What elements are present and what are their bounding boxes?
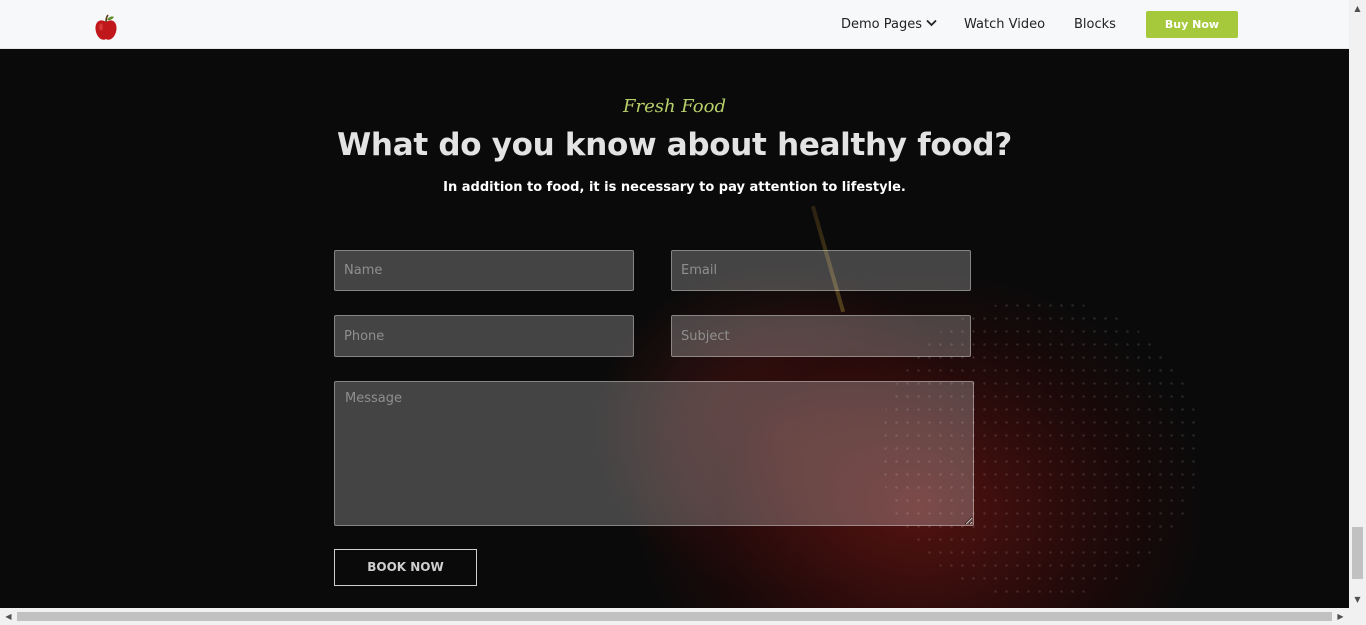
vertical-scroll-thumb[interactable] [1352, 527, 1363, 579]
scroll-down-arrow-icon[interactable]: ▼ [1349, 591, 1366, 608]
nav-item-label: Watch Video [964, 17, 1046, 32]
nav-item-label: Blocks [1074, 17, 1116, 32]
contact-hero-section: Fresh Food What do you know about health… [0, 49, 1349, 608]
book-now-button[interactable]: BOOK NOW [334, 549, 477, 586]
top-navbar: Demo Pages Watch Video Blocks Buy Now [0, 0, 1349, 49]
section-kicker: Fresh Food [623, 96, 726, 117]
horizontal-scroll-thumb[interactable] [17, 612, 1332, 621]
nav-item-blocks[interactable]: Blocks [1074, 16, 1116, 33]
subject-field[interactable] [671, 315, 971, 357]
horizontal-scrollbar[interactable]: ◀ ▶ [0, 608, 1366, 625]
scroll-right-arrow-icon[interactable]: ▶ [1332, 608, 1349, 625]
scroll-up-arrow-icon[interactable]: ▲ [1349, 0, 1366, 17]
nav-item-demo-pages[interactable]: Demo Pages [841, 16, 937, 33]
email-field[interactable] [671, 250, 971, 291]
nav-item-watch-video[interactable]: Watch Video [964, 16, 1045, 33]
nav-item-label: Demo Pages [841, 17, 923, 32]
section-subtitle: In addition to food, it is necessary to … [443, 180, 906, 195]
section-title: What do you know about healthy food? [337, 127, 1012, 163]
name-field[interactable] [334, 250, 634, 291]
scroll-left-arrow-icon[interactable]: ◀ [0, 608, 17, 625]
chevron-down-icon [926, 19, 937, 27]
apple-icon[interactable] [94, 14, 118, 42]
message-field[interactable] [334, 381, 974, 526]
phone-field[interactable] [334, 315, 634, 357]
vertical-scrollbar[interactable]: ▲ ▼ [1349, 0, 1366, 608]
buy-now-button[interactable]: Buy Now [1146, 11, 1238, 38]
